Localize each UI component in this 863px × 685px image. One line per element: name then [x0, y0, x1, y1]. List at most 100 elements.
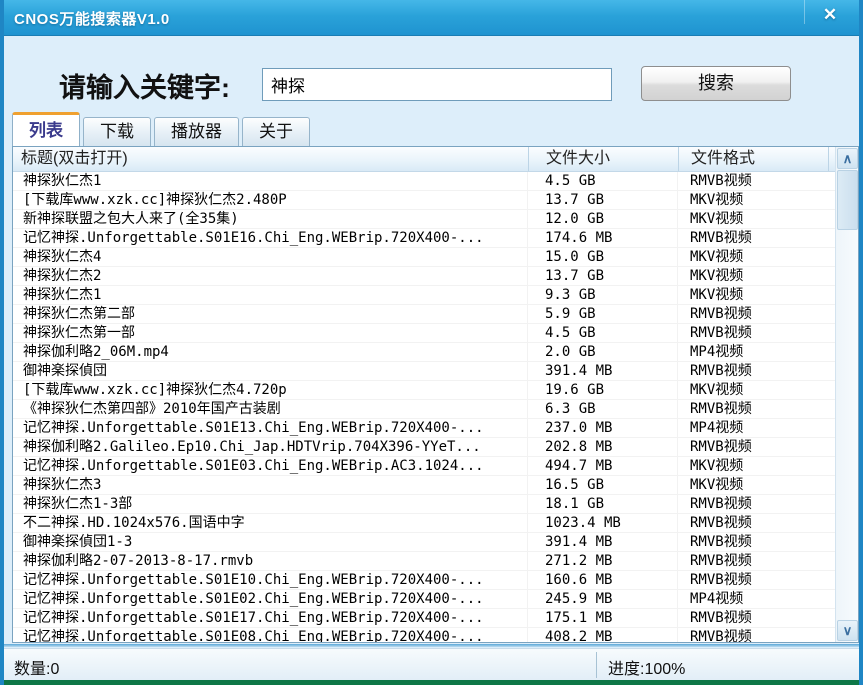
table-row[interactable]: 御神楽探偵団 391.4 MB RMVB视频 [13, 362, 835, 381]
row-title: 神探狄仁杰4 [13, 248, 528, 266]
table-row[interactable]: 神探狄仁杰第一部 4.5 GB RMVB视频 [13, 324, 835, 343]
row-size: 391.4 MB [528, 533, 678, 551]
row-format: MKV视频 [690, 249, 744, 265]
row-size: 202.8 MB [528, 438, 678, 456]
row-size: 175.1 MB [528, 609, 678, 627]
row-size: 9.3 GB [528, 286, 678, 304]
row-title: 御神楽探偵団1-3 [13, 533, 528, 551]
row-size: 18.1 GB [528, 495, 678, 513]
scroll-up-icon[interactable]: ∧ [837, 148, 858, 169]
table-row[interactable]: 记忆神探.Unforgettable.S01E16.Chi_Eng.WEBrip… [13, 229, 835, 248]
row-format: MKV视频 [690, 211, 744, 227]
table-row[interactable]: 神探狄仁杰1 9.3 GB MKV视频 [13, 286, 835, 305]
table-row[interactable]: 新神探联盟之包大人来了(全35集) 12.0 GB MKV视频 [13, 210, 835, 229]
row-title: 记忆神探.Unforgettable.S01E17.Chi_Eng.WEBrip… [13, 609, 528, 627]
status-divider [596, 652, 597, 678]
table-row[interactable]: 神探伽利略2-07-2013-8-17.rmvb 271.2 MB RMVB视频 [13, 552, 835, 571]
row-title: 记忆神探.Unforgettable.S01E10.Chi_Eng.WEBrip… [13, 571, 528, 589]
row-size: 16.5 GB [528, 476, 678, 494]
column-header-title[interactable]: 标题(双击打开) [13, 147, 528, 171]
table-row[interactable]: 神探伽利略2_06M.mp4 2.0 GB MP4视频 [13, 343, 835, 362]
window-title: CNOS万能搜索器V1.0 [14, 11, 170, 28]
row-title: 神探伽利略2.Galileo.Ep10.Chi_Jap.HDTVrip.704X… [13, 438, 528, 456]
row-title: 神探狄仁杰2 [13, 267, 528, 285]
table-row[interactable]: 记忆神探.Unforgettable.S01E08.Chi_Eng.WEBrip… [13, 628, 835, 642]
row-size: 6.3 GB [528, 400, 678, 418]
table-row[interactable]: [下载库www.xzk.cc]神探狄仁杰4.720p 19.6 GB MKV视频 [13, 381, 835, 400]
row-size: 408.2 MB [528, 628, 678, 642]
column-header-size[interactable]: 文件大小 [528, 147, 678, 171]
row-format: RMVB视频 [690, 173, 752, 189]
tab-player[interactable]: 播放器 [154, 117, 239, 147]
row-format: RMVB视频 [690, 363, 752, 379]
vertical-scrollbar[interactable]: ∧ ∨ [835, 147, 858, 642]
titlebar-divider [804, 0, 805, 24]
row-title: 记忆神探.Unforgettable.S01E03.Chi_Eng.WEBrip… [13, 457, 528, 475]
titlebar[interactable]: CNOS万能搜索器V1.0 ✕ [4, 0, 859, 36]
row-title: 神探狄仁杰3 [13, 476, 528, 494]
row-title: 神探伽利略2-07-2013-8-17.rmvb [13, 552, 528, 570]
table-row[interactable]: 神探伽利略2.Galileo.Ep10.Chi_Jap.HDTVrip.704X… [13, 438, 835, 457]
row-size: 245.9 MB [528, 590, 678, 608]
row-format: MKV视频 [690, 268, 744, 284]
row-format: RMVB视频 [690, 230, 752, 246]
row-title: 记忆神探.Unforgettable.S01E13.Chi_Eng.WEBrip… [13, 419, 528, 437]
row-title: 记忆神探.Unforgettable.S01E08.Chi_Eng.WEBrip… [13, 628, 528, 642]
column-header-format[interactable]: 文件格式 [678, 147, 828, 171]
tab-download[interactable]: 下载 [83, 117, 151, 147]
row-size: 160.6 MB [528, 571, 678, 589]
row-format: RMVB视频 [690, 553, 752, 569]
row-format: MP4视频 [690, 344, 744, 360]
keyword-input[interactable] [262, 68, 612, 101]
row-format: MKV视频 [690, 382, 744, 398]
table-body: 神探狄仁杰1 4.5 GB RMVB视频 [下载库www.xzk.cc]神探狄仁杰2.… [13, 172, 835, 642]
table-row[interactable]: 神探狄仁杰1-3部 18.1 GB RMVB视频 [13, 495, 835, 514]
row-size: 15.0 GB [528, 248, 678, 266]
table-row[interactable]: 神探狄仁杰4 15.0 GB MKV视频 [13, 248, 835, 267]
row-title: 神探狄仁杰第一部 [13, 324, 528, 342]
table-bottom-divider [4, 644, 859, 647]
row-format: RMVB视频 [690, 401, 752, 417]
row-title: 神探伽利略2_06M.mp4 [13, 343, 528, 361]
row-title: 记忆神探.Unforgettable.S01E16.Chi_Eng.WEBrip… [13, 229, 528, 247]
row-format: MKV视频 [690, 287, 744, 303]
table-row[interactable]: 记忆神探.Unforgettable.S01E13.Chi_Eng.WEBrip… [13, 419, 835, 438]
table-row[interactable]: 不二神探.HD.1024x576.国语中字 1023.4 MB RMVB视频 [13, 514, 835, 533]
row-size: 12.0 GB [528, 210, 678, 228]
row-title: 神探狄仁杰1-3部 [13, 495, 528, 513]
row-size: 494.7 MB [528, 457, 678, 475]
row-title: 神探狄仁杰第二部 [13, 305, 528, 323]
table-row[interactable]: 神探狄仁杰2 13.7 GB MKV视频 [13, 267, 835, 286]
row-size: 5.9 GB [528, 305, 678, 323]
close-icon[interactable]: ✕ [815, 2, 845, 28]
row-size: 13.7 GB [528, 191, 678, 209]
table-row[interactable]: 神探狄仁杰1 4.5 GB RMVB视频 [13, 172, 835, 191]
table-row[interactable]: 记忆神探.Unforgettable.S01E10.Chi_Eng.WEBrip… [13, 571, 835, 590]
row-size: 391.4 MB [528, 362, 678, 380]
scroll-down-icon[interactable]: ∨ [837, 620, 858, 641]
table-row[interactable]: [下载库www.xzk.cc]神探狄仁杰2.480P 13.7 GB MKV视频 [13, 191, 835, 210]
table-row[interactable]: 记忆神探.Unforgettable.S01E02.Chi_Eng.WEBrip… [13, 590, 835, 609]
tab-about[interactable]: 关于 [242, 117, 310, 147]
row-size: 237.0 MB [528, 419, 678, 437]
row-title: 记忆神探.Unforgettable.S01E02.Chi_Eng.WEBrip… [13, 590, 528, 608]
row-size: 4.5 GB [528, 324, 678, 342]
row-title: 《神探狄仁杰第四部》2010年国产古装剧 [13, 400, 528, 418]
keyword-label: 请输入关键字: [59, 73, 230, 103]
row-size: 1023.4 MB [528, 514, 678, 532]
table-row[interactable]: 记忆神探.Unforgettable.S01E03.Chi_Eng.WEBrip… [13, 457, 835, 476]
table-row[interactable]: 《神探狄仁杰第四部》2010年国产古装剧 6.3 GB RMVB视频 [13, 400, 835, 419]
row-format: MKV视频 [690, 458, 744, 474]
table-row[interactable]: 神探狄仁杰第二部 5.9 GB RMVB视频 [13, 305, 835, 324]
row-size: 2.0 GB [528, 343, 678, 361]
row-format: RMVB视频 [690, 629, 752, 642]
table-row[interactable]: 神探狄仁杰3 16.5 GB MKV视频 [13, 476, 835, 495]
search-button[interactable]: 搜索 [641, 66, 791, 101]
row-title: 新神探联盟之包大人来了(全35集) [13, 210, 528, 228]
table-header: 标题(双击打开) 文件大小 文件格式 [13, 147, 858, 172]
table-row[interactable]: 御神楽探偵団1-3 391.4 MB RMVB视频 [13, 533, 835, 552]
table-row[interactable]: 记忆神探.Unforgettable.S01E17.Chi_Eng.WEBrip… [13, 609, 835, 628]
tab-list[interactable]: 列表 [12, 112, 80, 147]
row-format: MP4视频 [690, 420, 744, 436]
scrollbar-thumb[interactable] [837, 170, 858, 230]
